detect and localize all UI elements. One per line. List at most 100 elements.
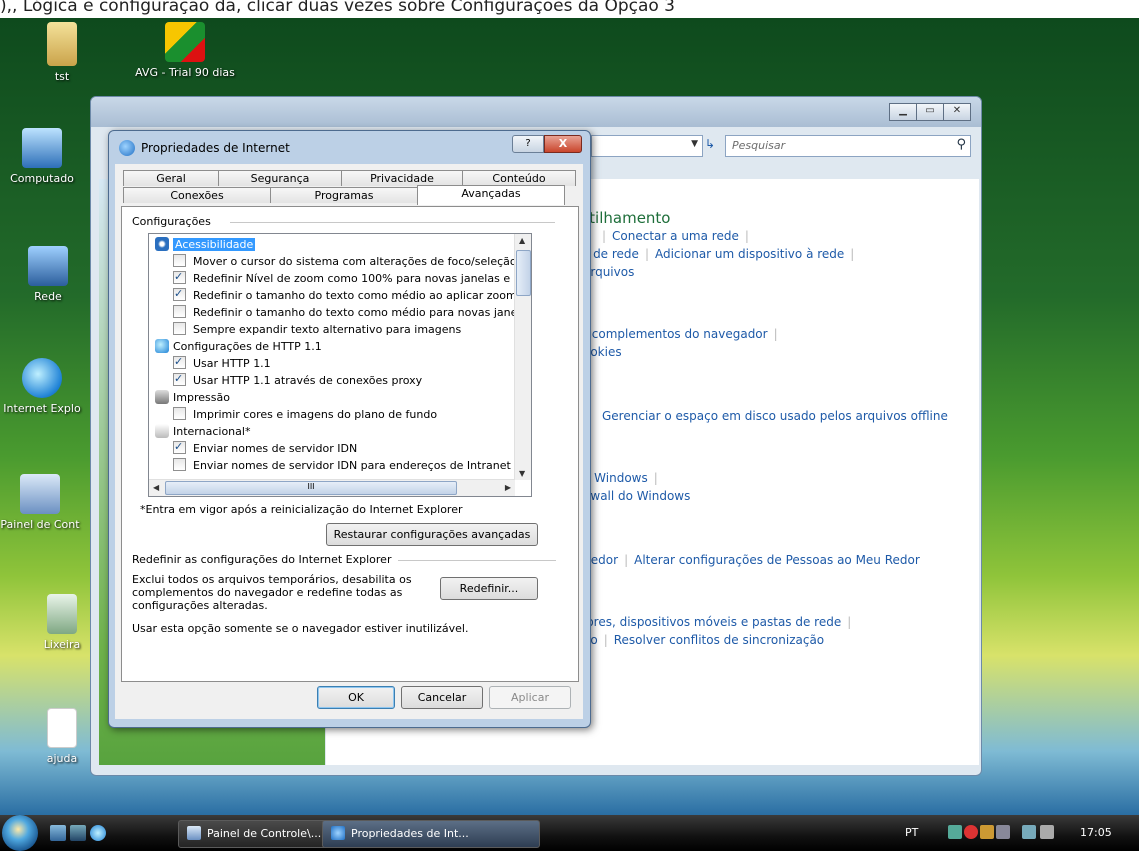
link-windows[interactable]: o Windows | bbox=[583, 471, 664, 485]
avg-tray-icon[interactable] bbox=[980, 825, 994, 839]
settings-checkbox-row[interactable]: Mover o cursor do sistema com alterações… bbox=[173, 253, 517, 270]
link-text[interactable]: Conectar a uma rede bbox=[612, 229, 739, 243]
link-text[interactable]: lores, dispositivos móveis e pastas de r… bbox=[583, 615, 841, 629]
device-tray-icon[interactable] bbox=[996, 825, 1010, 839]
scroll-right-icon[interactable]: ▶ bbox=[505, 483, 511, 492]
connection-tray-icon[interactable] bbox=[1022, 825, 1036, 839]
settings-checkbox-row[interactable]: Usar HTTP 1.1 bbox=[173, 353, 271, 372]
task-control-panel[interactable]: Painel de Controle\... bbox=[178, 820, 346, 848]
checkbox[interactable] bbox=[173, 458, 186, 471]
settings-checkbox-row[interactable]: Redefinir Nível de zoom como 100% para n… bbox=[173, 268, 510, 287]
close-button[interactable]: ✕ bbox=[943, 103, 971, 121]
link-devices[interactable]: lores, dispositivos móveis e pastas de r… bbox=[583, 615, 857, 629]
settings-category[interactable]: Internacional* bbox=[155, 423, 250, 440]
search-input[interactable]: Pesquisar ⚲ bbox=[725, 135, 971, 157]
tab-seguranca[interactable]: Segurança bbox=[218, 170, 342, 186]
help-button[interactable]: ? bbox=[512, 135, 544, 153]
search-icon[interactable]: ⚲ bbox=[956, 137, 966, 152]
language-indicator[interactable]: PT bbox=[905, 826, 918, 839]
checkbox-label: Sempre expandir texto alternativo para i… bbox=[193, 323, 462, 336]
settings-listbox[interactable]: Acessibilidade Mover o cursor do sistema … bbox=[148, 233, 532, 497]
ie-quicklaunch-icon[interactable] bbox=[90, 825, 106, 841]
settings-category[interactable]: Acessibilidade bbox=[155, 236, 256, 253]
scroll-down-icon[interactable]: ▼ bbox=[519, 469, 525, 478]
separator: | bbox=[847, 615, 852, 629]
minimize-button[interactable]: ▁ bbox=[889, 103, 917, 121]
clock[interactable]: 17:05 bbox=[1080, 826, 1112, 839]
link-connect-network[interactable]: | Conectar a uma rede | bbox=[596, 229, 755, 243]
horizontal-scrollbar[interactable]: ◀ III ▶ bbox=[149, 479, 515, 496]
settings-checkbox-row[interactable]: Enviar nomes de servidor IDN para endere… bbox=[173, 457, 511, 474]
category-heading[interactable]: rtilhamento bbox=[583, 209, 671, 227]
address-dropdown[interactable]: ▼ bbox=[591, 135, 703, 157]
apply-button[interactable]: Aplicar bbox=[489, 686, 571, 709]
network-tray-icon[interactable] bbox=[948, 825, 962, 839]
link-text[interactable]: o Windows bbox=[583, 471, 648, 485]
group-divider bbox=[398, 560, 556, 561]
checkbox[interactable] bbox=[173, 305, 186, 318]
desktop-icon-computer[interactable]: Computado bbox=[2, 128, 82, 185]
checkbox[interactable] bbox=[173, 268, 186, 285]
taskbar: Painel de Controle\... Propriedades de I… bbox=[0, 815, 1139, 851]
tab-conexoes[interactable]: Conexões bbox=[123, 187, 271, 203]
volume-icon[interactable] bbox=[1040, 825, 1054, 839]
desktop-icon-avg[interactable]: AVG - Trial 90 dias bbox=[130, 22, 240, 79]
dialog-title: Propriedades de Internet bbox=[141, 141, 290, 155]
desktop-icon-tst[interactable]: tst bbox=[22, 22, 102, 83]
vertical-scrollbar[interactable]: ▲ ▼ bbox=[514, 234, 531, 480]
desktop-icon-label: Painel de Cont bbox=[0, 518, 80, 531]
link-offline-files[interactable]: Gerenciar o espaço em disco usado pelos … bbox=[602, 409, 948, 423]
printer-icon bbox=[155, 390, 169, 404]
checkbox[interactable] bbox=[173, 370, 186, 387]
scroll-left-icon[interactable]: ◀ bbox=[153, 483, 159, 492]
link-text[interactable]: r complementos do navegador bbox=[583, 327, 768, 341]
settings-checkbox-row[interactable]: Enviar nomes de servidor IDN bbox=[173, 438, 357, 457]
settings-checkbox-row[interactable]: Redefinir o tamanho do texto como médio … bbox=[173, 304, 517, 321]
checkbox[interactable] bbox=[173, 322, 186, 335]
start-button[interactable] bbox=[2, 815, 38, 851]
checkbox[interactable] bbox=[173, 254, 186, 267]
cancel-button[interactable]: Cancelar bbox=[401, 686, 483, 709]
link-addons[interactable]: r complementos do navegador | bbox=[583, 327, 784, 341]
tab-programas[interactable]: Programas bbox=[270, 187, 418, 203]
checkbox[interactable] bbox=[173, 285, 186, 302]
desktop-icon-ie[interactable]: Internet Explo bbox=[2, 358, 82, 415]
explorer-titlebar: ▁ ▭ ✕ bbox=[91, 97, 981, 127]
tab-privacidade[interactable]: Privacidade bbox=[341, 170, 463, 186]
tab-avancadas[interactable]: Avançadas bbox=[417, 185, 565, 205]
restore-advanced-button[interactable]: Restaurar configurações avançadas bbox=[326, 523, 538, 546]
ok-button[interactable]: OK bbox=[317, 686, 395, 709]
vertical-scroll-thumb[interactable] bbox=[516, 250, 531, 296]
settings-checkbox-row[interactable]: Sempre expandir texto alternativo para i… bbox=[173, 321, 461, 338]
show-desktop-icon[interactable] bbox=[50, 825, 66, 841]
maximize-button[interactable]: ▭ bbox=[916, 103, 944, 121]
dialog-close-button[interactable]: X bbox=[544, 135, 582, 153]
task-internet-properties[interactable]: Propriedades de Int... bbox=[322, 820, 540, 848]
link-text[interactable]: s de rede bbox=[583, 247, 639, 261]
security-tray-icon[interactable] bbox=[964, 825, 978, 839]
horizontal-scroll-thumb[interactable]: III bbox=[165, 481, 457, 495]
link-firewall[interactable]: ewall do Windows bbox=[583, 489, 690, 503]
checkbox-label: Usar HTTP 1.1 bbox=[193, 357, 271, 370]
checkbox[interactable] bbox=[173, 353, 186, 370]
desktop-icon-control-panel[interactable]: Painel de Cont bbox=[0, 474, 80, 531]
link-add-device[interactable]: Adicionar um dispositivo à rede bbox=[655, 247, 844, 261]
link-resolve-sync[interactable]: Resolver conflitos de sincronização bbox=[614, 633, 824, 647]
tab-geral[interactable]: Geral bbox=[123, 170, 219, 186]
tab-conteudo[interactable]: Conteúdo bbox=[462, 170, 576, 186]
switch-windows-icon[interactable] bbox=[70, 825, 86, 841]
settings-category[interactable]: Impressão bbox=[155, 389, 230, 406]
desktop-icon-label: tst bbox=[54, 70, 70, 83]
settings-checkbox-row[interactable]: Usar HTTP 1.1 através de conexões proxy bbox=[173, 370, 422, 389]
link-near-me-settings[interactable]: Alterar configurações de Pessoas ao Meu … bbox=[634, 553, 920, 567]
checkbox-label: Redefinir o tamanho do texto como médio … bbox=[193, 289, 517, 302]
reset-button[interactable]: Redefinir... bbox=[440, 577, 538, 600]
refresh-icon[interactable]: ↳ bbox=[705, 137, 723, 151]
settings-checkbox-row[interactable]: Redefinir o tamanho do texto como médio … bbox=[173, 285, 517, 304]
scroll-up-icon[interactable]: ▲ bbox=[519, 236, 525, 245]
tabs-row-front: Conexões Programas Avançadas bbox=[123, 185, 565, 205]
settings-checkbox-row[interactable]: Imprimir cores e imagens do plano de fun… bbox=[173, 406, 437, 423]
desktop-icon-network[interactable]: Rede bbox=[8, 246, 88, 303]
checkbox[interactable] bbox=[173, 438, 186, 455]
checkbox[interactable] bbox=[173, 407, 186, 420]
